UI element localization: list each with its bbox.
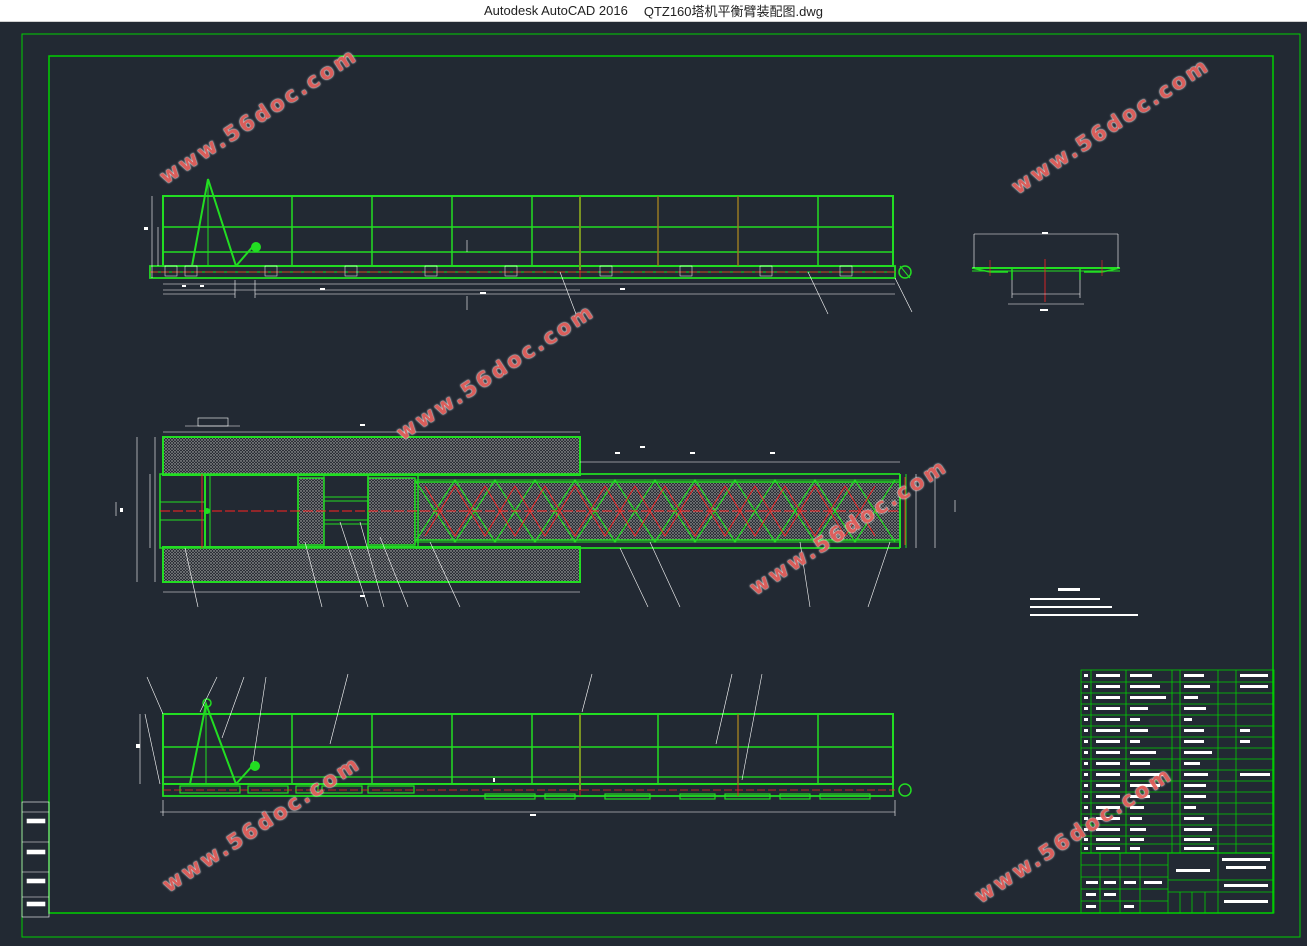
front-elevation-view [149, 178, 912, 279]
bottom-elevation-view [162, 698, 912, 800]
end-section-view [971, 232, 1121, 311]
plan-view [115, 417, 956, 608]
notes-block [1030, 588, 1138, 616]
parts-list-table [1080, 669, 1275, 914]
drawing-canvas[interactable]: www.56doc.com www.56doc.com www.56doc.co… [0, 22, 1307, 942]
parts-list-text [1084, 674, 1270, 908]
left-signature-block [21, 801, 50, 918]
app-name: Autodesk AutoCAD 2016 [484, 3, 628, 18]
file-name: QTZ160塔机平衡臂装配图.dwg [643, 4, 823, 19]
window-title-bar: Autodesk AutoCAD 2016 QTZ160塔机平衡臂装配图.dwg [0, 0, 1307, 22]
